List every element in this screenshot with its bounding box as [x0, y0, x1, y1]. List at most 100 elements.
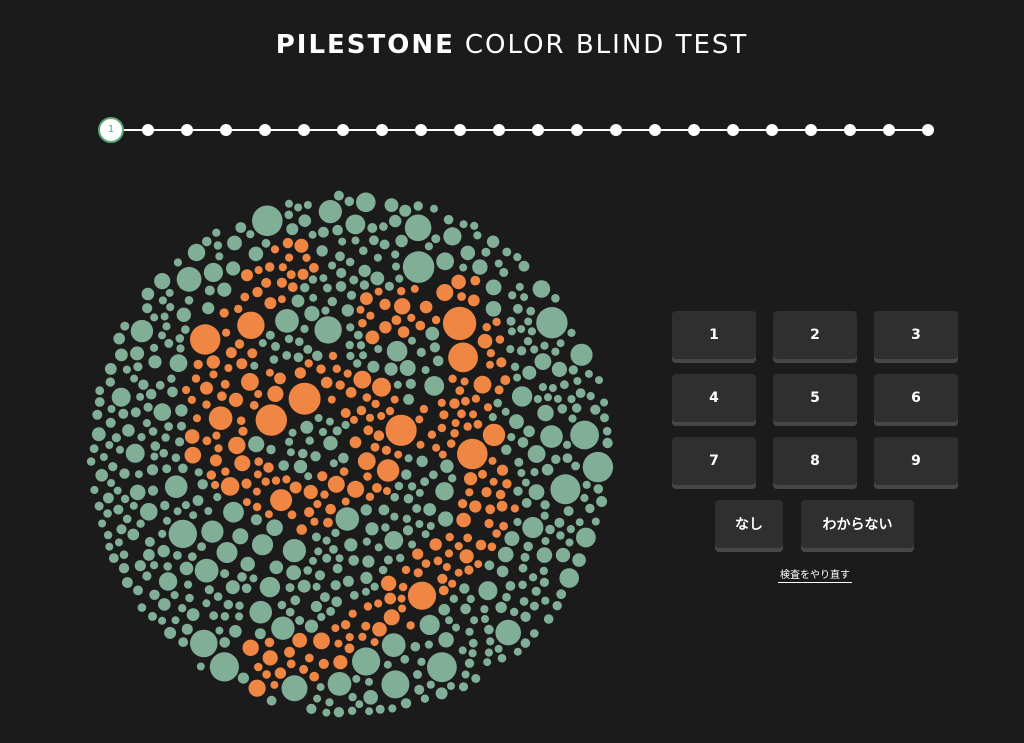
figure-dot: [413, 568, 423, 578]
answer-unknown-button[interactable]: わからない: [801, 500, 914, 548]
answer-none-button[interactable]: なし: [715, 500, 783, 548]
figure-dot: [502, 479, 512, 489]
background-dot: [309, 556, 317, 565]
background-dot: [285, 583, 295, 593]
figure-dot: [370, 442, 380, 452]
background-dot: [103, 492, 114, 504]
background-dot: [402, 514, 412, 523]
background-dot: [460, 245, 476, 261]
background-dot: [147, 485, 159, 496]
background-dot: [99, 453, 108, 461]
background-dot: [378, 504, 390, 516]
figure-dot: [236, 358, 248, 370]
figure-dot: [252, 502, 262, 512]
retry-link[interactable]: 検査をやり直す: [778, 566, 852, 583]
figure-dot: [333, 655, 348, 670]
figure-dot: [219, 308, 229, 318]
answer-button-6[interactable]: 6: [874, 374, 958, 422]
answer-button-2[interactable]: 2: [773, 311, 857, 359]
background-dot: [602, 426, 612, 436]
figure-dot: [214, 444, 223, 453]
background-dot: [528, 484, 545, 500]
figure-dot: [397, 594, 406, 603]
background-dot: [431, 234, 441, 244]
figure-dot: [438, 450, 447, 459]
background-dot: [194, 468, 203, 477]
background-dot: [470, 221, 479, 230]
background-dot: [103, 509, 112, 518]
background-dot: [92, 409, 103, 420]
background-dot: [379, 239, 390, 250]
background-dot: [367, 360, 380, 373]
background-dot: [202, 599, 211, 608]
background-dot: [344, 538, 358, 552]
background-dot: [523, 337, 533, 346]
figure-dot: [347, 480, 365, 498]
background-dot: [572, 403, 582, 413]
answer-button-1[interactable]: 1: [672, 311, 756, 359]
figure-dot: [376, 459, 400, 482]
background-dot: [522, 365, 537, 380]
figure-dot: [380, 575, 397, 591]
background-dot: [111, 433, 121, 443]
background-dot: [510, 607, 519, 617]
figure-dot: [385, 406, 395, 416]
background-dot: [395, 274, 404, 283]
background-dot: [494, 644, 503, 653]
background-dot: [286, 565, 301, 581]
background-dot: [181, 501, 190, 510]
background-dot: [251, 534, 274, 556]
background-dot: [425, 326, 440, 341]
background-dot: [459, 263, 468, 272]
answer-button-5[interactable]: 5: [773, 374, 857, 422]
figure-dot: [277, 295, 286, 304]
figure-dot: [401, 565, 411, 575]
background-dot: [424, 640, 433, 649]
background-dot: [509, 414, 524, 429]
background-dot: [130, 319, 154, 343]
answer-button-7[interactable]: 7: [672, 437, 756, 485]
background-dot: [595, 376, 603, 385]
background-dot: [332, 426, 342, 436]
background-dot: [220, 569, 230, 579]
background-dot: [485, 279, 502, 296]
background-dot: [360, 504, 372, 516]
answer-button-8[interactable]: 8: [773, 437, 857, 485]
figure-dot: [304, 507, 315, 518]
background-dot: [565, 538, 574, 547]
background-dot: [204, 507, 213, 515]
background-dot: [144, 536, 155, 547]
page-title: PILESTONE COLOR BLIND TEST: [0, 30, 1024, 60]
background-dot: [190, 629, 218, 658]
figure-dot: [412, 548, 424, 560]
answer-button-9[interactable]: 9: [874, 437, 958, 485]
answer-button-4[interactable]: 4: [672, 374, 756, 422]
background-dot: [573, 377, 582, 385]
background-dot: [246, 230, 255, 239]
figure-dot: [363, 425, 374, 436]
answer-button-3[interactable]: 3: [874, 311, 958, 359]
figure-dot: [450, 429, 459, 438]
background-dot: [353, 359, 362, 368]
figure-dot: [234, 455, 251, 472]
background-dot: [506, 316, 516, 326]
background-dot: [497, 653, 507, 663]
figure-dot: [228, 392, 244, 407]
background-dot: [530, 345, 539, 354]
background-dot: [107, 405, 116, 413]
background-dot: [197, 542, 206, 551]
figure-dot: [438, 585, 449, 596]
background-dot: [384, 362, 398, 376]
figure-dot: [494, 385, 504, 395]
figure-dot: [302, 253, 311, 262]
background-dot: [300, 283, 310, 293]
background-dot: [402, 251, 435, 283]
background-dot: [325, 417, 334, 426]
background-dot: [530, 468, 539, 477]
progress-step: [493, 124, 505, 136]
background-dot: [513, 373, 522, 382]
background-dot: [540, 500, 550, 510]
background-dot: [415, 520, 424, 528]
figure-dot: [487, 542, 497, 552]
background-dot: [427, 652, 457, 683]
